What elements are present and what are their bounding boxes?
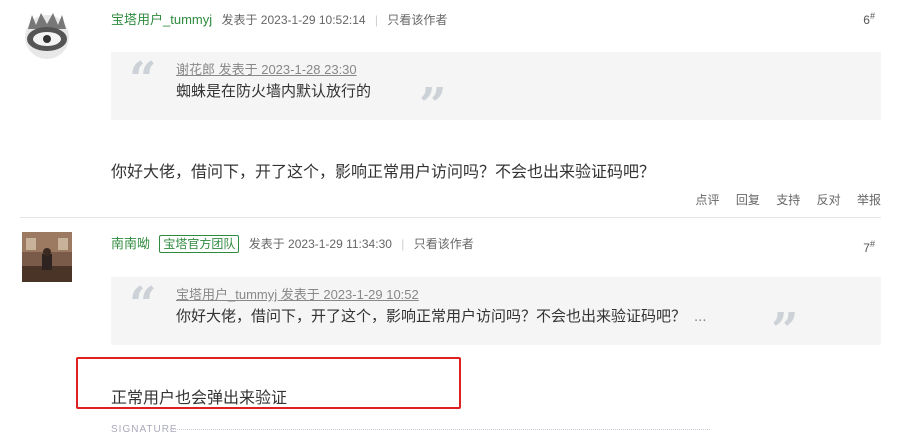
floor-sup: #	[869, 239, 875, 249]
quote-close-icon: ”	[771, 303, 799, 359]
post-actions: 点评 回复 支持 反对 举报	[683, 191, 881, 208]
oppose-action[interactable]: 反对	[817, 193, 841, 207]
post-content: 你好大佬，借问下，开了这个，影响正常用户访问吗？不会也出来验证码吧？	[111, 164, 656, 181]
floor-value: 7	[863, 241, 870, 255]
author-only-link[interactable]: 只看该作者	[387, 13, 447, 27]
posted-time: 发表于 2023-1-29 11:34:30	[248, 237, 392, 251]
reply-action[interactable]: 回复	[736, 193, 760, 207]
quote-body-text: 你好大佬，借问下，开了这个，影响正常用户访问吗？不会也出来验证码吧？	[176, 308, 687, 325]
post-meta: 南南呦 宝塔官方团队 发表于 2023-1-29 11:34:30 | 只看该作…	[111, 233, 474, 253]
highlight-box	[76, 357, 461, 409]
quote-body: 你好大佬，借问下，开了这个，影响正常用户访问吗？不会也出来验证码吧？...	[176, 305, 707, 326]
username-link[interactable]: 南南呦	[111, 236, 150, 251]
posted-time: 发表于 2023-1-29 10:52:14	[221, 13, 366, 27]
quote-close-icon: ”	[419, 78, 447, 134]
quote-header-link[interactable]: 宝塔用户_tummyj 发表于 2023-1-29 10:52	[176, 284, 419, 303]
post-divider	[20, 217, 881, 218]
author-only-link[interactable]: 只看该作者	[414, 237, 474, 251]
quote-block: “ 宝塔用户_tummyj 发表于 2023-1-29 10:52 你好大佬，借…	[111, 277, 881, 355]
floor-value: 6	[863, 13, 870, 27]
floor-sup: #	[869, 11, 875, 21]
quote-block: “ 谢花郎 发表于 2023-1-28 23:30 蜘蛛是在防火墙内默认放行的 …	[111, 52, 881, 130]
floor-number[interactable]: 7#	[863, 239, 875, 255]
separator: |	[374, 13, 379, 27]
separator: |	[401, 237, 405, 251]
report-action[interactable]: 举报	[857, 193, 881, 207]
quote-ellipsis: ...	[694, 308, 707, 325]
quote-body: 蜘蛛是在防火墙内默认放行的	[176, 83, 372, 100]
avatar[interactable]	[22, 232, 72, 282]
floor-number[interactable]: 6#	[863, 11, 875, 27]
signature-label: SIGNATURE	[111, 424, 178, 435]
team-badge: 宝塔官方团队	[159, 235, 240, 253]
quote-header-link[interactable]: 谢花郎 发表于 2023-1-28 23:30	[176, 59, 357, 78]
quote-open-icon: “	[129, 277, 157, 333]
post-meta: 宝塔用户_tummyj 发表于 2023-1-29 10:52:14 | 只看该…	[111, 9, 447, 28]
support-action[interactable]: 支持	[776, 193, 800, 207]
quote-open-icon: “	[129, 52, 157, 108]
avatar[interactable]	[22, 9, 72, 59]
signature-divider	[170, 429, 710, 430]
post-6: 宝塔用户_tummyj 发表于 2023-1-29 10:52:14 | 只看该…	[0, 0, 922, 215]
comment-action[interactable]: 点评	[696, 193, 720, 207]
username-link[interactable]: 宝塔用户_tummyj	[111, 12, 212, 27]
